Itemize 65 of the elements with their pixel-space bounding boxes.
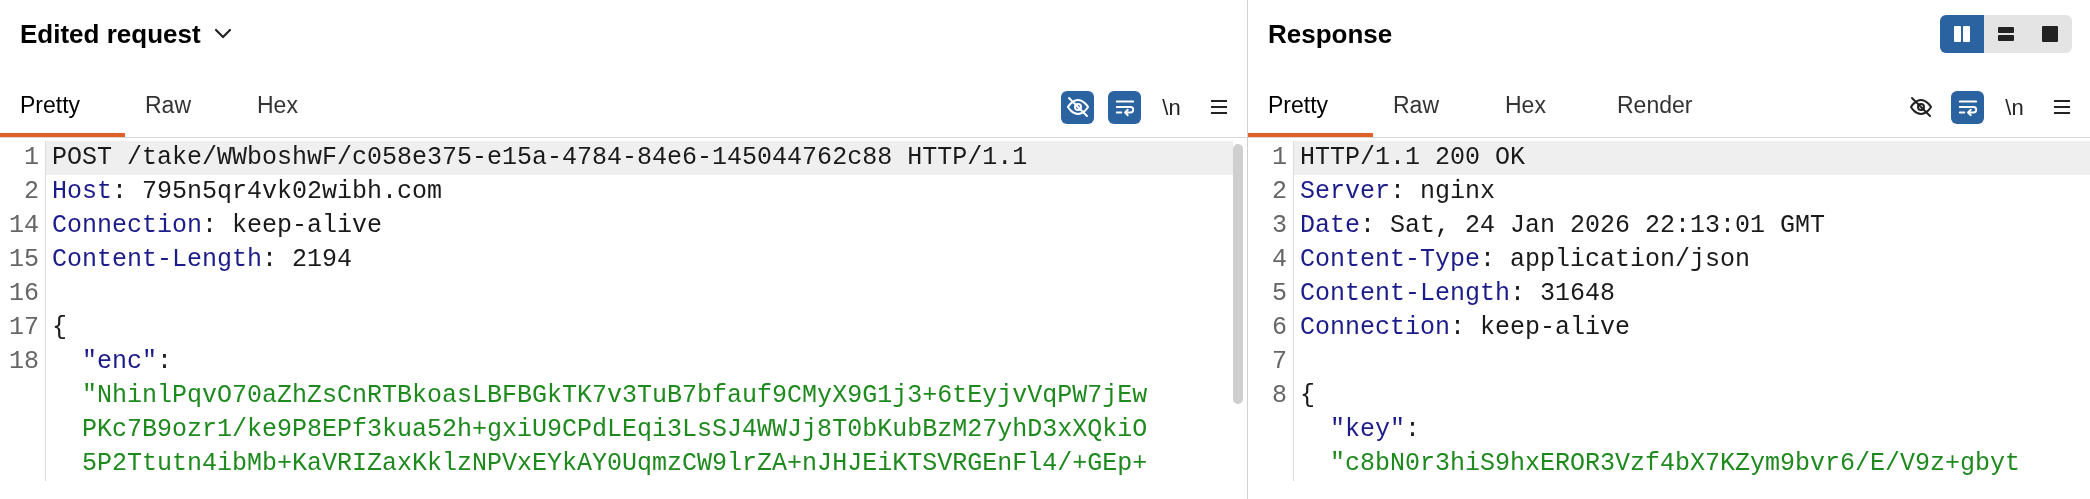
- visibility-off-icon[interactable]: [1061, 90, 1094, 124]
- line-number: 1: [24, 143, 39, 172]
- two-columns-icon: [1953, 25, 1971, 43]
- code-text: {: [1300, 381, 1315, 410]
- view-tab[interactable]: Render: [1597, 77, 1713, 137]
- panel-title: Edited request: [20, 17, 201, 51]
- line-number: 6: [1272, 313, 1287, 342]
- square-icon: [2041, 25, 2059, 43]
- code-text: "enc": [81, 347, 158, 376]
- view-tab[interactable]: Pretty: [0, 77, 125, 137]
- code-text: "c8bN0r3hiS9hxEROR3Vzf4bX7KZym9bvr6/E/V9z+gbyt: [1329, 449, 2021, 478]
- code-text: "key": [1329, 415, 1406, 444]
- line-number: 16: [9, 279, 39, 308]
- code-text: Content-Length: [52, 245, 263, 274]
- line-number: 5: [1272, 279, 1287, 308]
- line-number: 14: [9, 211, 39, 240]
- code-text: : 795n5qr4vk02wibh.com: [112, 177, 443, 206]
- code-text: Connection: [52, 211, 203, 240]
- code-text: HTTP/1.1 200 OK: [1300, 143, 1526, 172]
- newline-toggle[interactable]: \n: [1155, 90, 1188, 124]
- columns-layout-button[interactable]: [1940, 15, 1984, 53]
- scrollbar-thumb[interactable]: [1233, 144, 1243, 404]
- code-text: :: [1405, 415, 1421, 444]
- word-wrap-icon[interactable]: [1951, 90, 1984, 124]
- chevron-down-icon[interactable]: [212, 27, 233, 41]
- line-number: 3: [1272, 211, 1287, 240]
- newline-toggle[interactable]: \n: [1998, 90, 2031, 124]
- code-text: : keep-alive: [202, 211, 383, 240]
- code-text: {: [52, 313, 67, 342]
- line-number: 17: [9, 313, 39, 342]
- code-text: Date: [1300, 211, 1360, 240]
- line-number: 15: [9, 245, 39, 274]
- line-number: 18: [9, 347, 39, 376]
- code-text: : application/json: [1480, 245, 1751, 274]
- line-number: 4: [1272, 245, 1287, 274]
- code-text: : 2194: [262, 245, 353, 274]
- view-tab[interactable]: Hex: [237, 77, 349, 137]
- code-text: Host: [52, 177, 112, 206]
- code-text: Content-Length: [1300, 279, 1511, 308]
- line-number: 2: [24, 177, 39, 206]
- code-text: POST /take/WWboshwF/c058e375-e15a-4784-84e6-145044762c88 HTTP/1.1: [52, 143, 1028, 172]
- view-tab[interactable]: Pretty: [1248, 77, 1373, 137]
- code-text: "NhinlPqvO70aZhZsCnRTBkoasLBFBGkTK7v3TuB7bfauf9CMyX9G1j3+6tEyjvVqPW7jEw: [81, 381, 1148, 410]
- code-text: Server: [1300, 177, 1390, 206]
- code-text: :: [157, 347, 173, 376]
- line-number: 2: [1272, 177, 1287, 206]
- code-text: Connection: [1300, 313, 1451, 342]
- view-tab[interactable]: Raw: [1373, 77, 1485, 137]
- code-text: : keep-alive: [1450, 313, 1631, 342]
- two-rows-icon: [1997, 25, 2015, 43]
- single-layout-button[interactable]: [2028, 15, 2072, 53]
- line-number: 8: [1272, 381, 1287, 410]
- code-text: 5P2Ttutn4ibMb+KaVRIZaxKklzNPVxEYkAY0UqmzCW9lrZA+nJHJEiKTSVRGEnFl4/+GEp+: [81, 449, 1148, 478]
- view-tab[interactable]: Raw: [125, 77, 237, 137]
- view-tab[interactable]: Hex: [1485, 77, 1597, 137]
- code-text: : Sat, 24 Jan 2026 22:13:01 GMT: [1360, 211, 1826, 240]
- line-number: 7: [1272, 347, 1287, 376]
- rows-layout-button[interactable]: [1984, 15, 2028, 53]
- line-number: 1: [1272, 143, 1287, 172]
- code-text: Content-Type: [1300, 245, 1481, 274]
- code-text: : 31648: [1510, 279, 1616, 308]
- panel-title: Response: [1268, 17, 1393, 51]
- word-wrap-icon[interactable]: [1108, 90, 1141, 124]
- code-text: : nginx: [1390, 177, 1496, 206]
- code-text: PKc7B9ozr1/ke9P8EPf3kua52h+gxiU9CPdLEqi3LsSJ4WWJj8T0bKubBzM27yhD3xXQkiO: [81, 415, 1148, 444]
